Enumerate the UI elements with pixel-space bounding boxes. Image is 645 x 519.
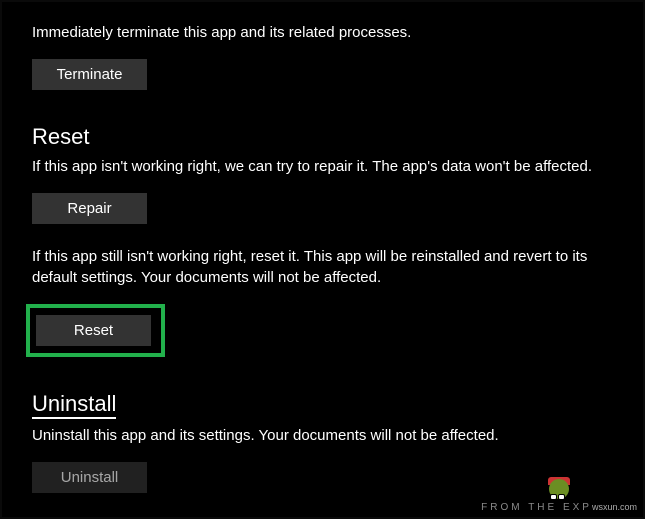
- reset-description: If this app still isn't working right, r…: [32, 246, 592, 288]
- reset-section: Reset If this app isn't working right, w…: [32, 124, 613, 357]
- uninstall-section: Uninstall Uninstall this app and its set…: [32, 391, 613, 493]
- reset-heading: Reset: [32, 124, 613, 150]
- repair-description: If this app isn't working right, we can …: [32, 156, 592, 177]
- reset-highlight-annotation: Reset: [26, 304, 165, 357]
- reset-button[interactable]: Reset: [36, 315, 151, 346]
- uninstall-heading: Uninstall: [32, 391, 116, 419]
- watermark-text: FROM THE EXPwsxun.com: [481, 502, 637, 513]
- mascot-icon: [545, 477, 573, 505]
- uninstall-description: Uninstall this app and its settings. You…: [32, 425, 592, 446]
- terminate-section: Immediately terminate this app and its r…: [32, 22, 613, 90]
- terminate-button[interactable]: Terminate: [32, 59, 147, 90]
- uninstall-button[interactable]: Uninstall: [32, 462, 147, 493]
- repair-button[interactable]: Repair: [32, 193, 147, 224]
- terminate-description: Immediately terminate this app and its r…: [32, 22, 592, 43]
